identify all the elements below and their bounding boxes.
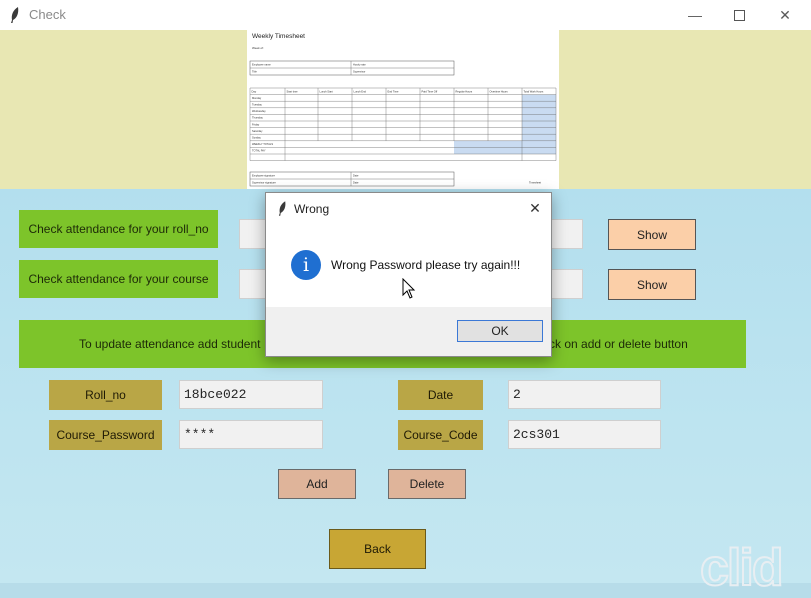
sheet-signature-label: Supervisor signature — [252, 181, 276, 185]
course-password-input[interactable]: **** — [179, 420, 323, 449]
course-right-entry[interactable] — [549, 269, 583, 299]
sheet-header-cell: Regular Hours — [456, 89, 473, 93]
info-icon: i — [291, 250, 321, 280]
sheet-header-cell: Paid Time Off — [422, 89, 438, 93]
sheet-day-cell: Tuesday — [252, 103, 263, 107]
sheet-day-cell: Saturday — [252, 129, 263, 133]
dialog-title: Wrong — [294, 202, 330, 216]
sheet-title: Weekly Timesheet — [252, 33, 305, 40]
sheet-day-cell: Sunday — [252, 136, 262, 140]
sheet-info-label: Supervisor — [353, 70, 366, 74]
sheet-header-cell: Total Work Hours — [524, 89, 545, 93]
watermark: clid — [699, 538, 785, 598]
sheet-week-of: Week of: — [252, 46, 264, 50]
feather-icon — [11, 7, 19, 23]
update-text-right: ck on add or delete button — [549, 337, 688, 351]
sheet-day-cell: Monday — [252, 96, 262, 100]
minimize-icon: — — [688, 7, 702, 23]
sheet-day-cell: Thursday — [252, 116, 264, 120]
show-roll-button[interactable]: Show — [608, 219, 696, 250]
dialog-close-button[interactable]: ✕ — [523, 195, 547, 221]
mouse-cursor-icon — [402, 278, 416, 299]
sheet-grid: Employee name Title Hourly rate Supervisor D… — [249, 60, 557, 187]
window-title: Check — [29, 7, 66, 22]
sheet-shaded-total — [522, 94, 556, 154]
close-button[interactable]: ✕ — [762, 0, 808, 30]
sheet-weekly-totals: WEEKLY TOTALS — [252, 142, 273, 146]
error-dialog: Wrong ✕ i Wrong Password please try agai… — [265, 192, 552, 357]
ok-button[interactable]: OK — [457, 320, 543, 342]
dialog-message: Wrong Password please try again!!! — [331, 258, 521, 272]
timesheet-image: Weekly Timesheet Week of: Employee name T… — [247, 30, 559, 189]
sheet-footer-text: Timesheet — [529, 181, 541, 185]
course-code-label: Course_Code — [398, 420, 483, 450]
show-course-button[interactable]: Show — [608, 269, 696, 300]
delete-button[interactable]: Delete — [388, 469, 466, 499]
add-button[interactable]: Add — [278, 469, 356, 499]
sheet-signature-label: Date — [353, 181, 359, 185]
update-text-left: To update attendance add student — [79, 337, 261, 351]
close-icon: ✕ — [529, 199, 541, 216]
roll-right-entry[interactable] — [549, 219, 583, 249]
title-bar: Check — ✕ — [0, 0, 811, 31]
feather-icon — [278, 201, 286, 216]
sheet-header-cell: Day — [252, 89, 257, 93]
sheet-signature-label: Employee signature — [252, 174, 275, 178]
rollno-input[interactable]: 18bce022 — [179, 380, 323, 409]
sheet-total-pay: TOTAL PAY — [252, 149, 266, 153]
sheet-header-cell: Start time — [287, 89, 299, 93]
sheet-header-cell: Overtime Hours — [490, 89, 509, 93]
course-password-label: Course_Password — [49, 420, 162, 450]
close-icon: ✕ — [779, 6, 791, 23]
sheet-header-cell: Lunch End — [354, 89, 367, 93]
back-button[interactable]: Back — [329, 529, 426, 569]
check-course-button[interactable]: Check attendance for your course — [19, 260, 218, 298]
sheet-info-label: Title — [252, 70, 257, 74]
date-input[interactable]: 2 — [508, 380, 661, 409]
sheet-signature-label: Date — [353, 174, 359, 178]
sheet-header-cell: End Time — [388, 89, 400, 93]
maximize-icon — [733, 9, 745, 21]
maximize-button[interactable] — [716, 0, 762, 30]
course-code-input[interactable]: 2cs301 — [508, 420, 661, 449]
sheet-header-cell: Lunch Start — [320, 89, 334, 93]
rollno-label: Roll_no — [49, 380, 162, 410]
sheet-info-label: Employee name — [252, 63, 271, 67]
minimize-button[interactable]: — — [672, 0, 718, 30]
sheet-day-cell: Friday — [252, 122, 260, 126]
date-label: Date — [398, 380, 483, 410]
sheet-info-label: Hourly rate — [353, 63, 366, 67]
check-roll-button[interactable]: Check attendance for your roll_no — [19, 210, 218, 248]
sheet-day-cell: Wednesday — [252, 109, 266, 113]
